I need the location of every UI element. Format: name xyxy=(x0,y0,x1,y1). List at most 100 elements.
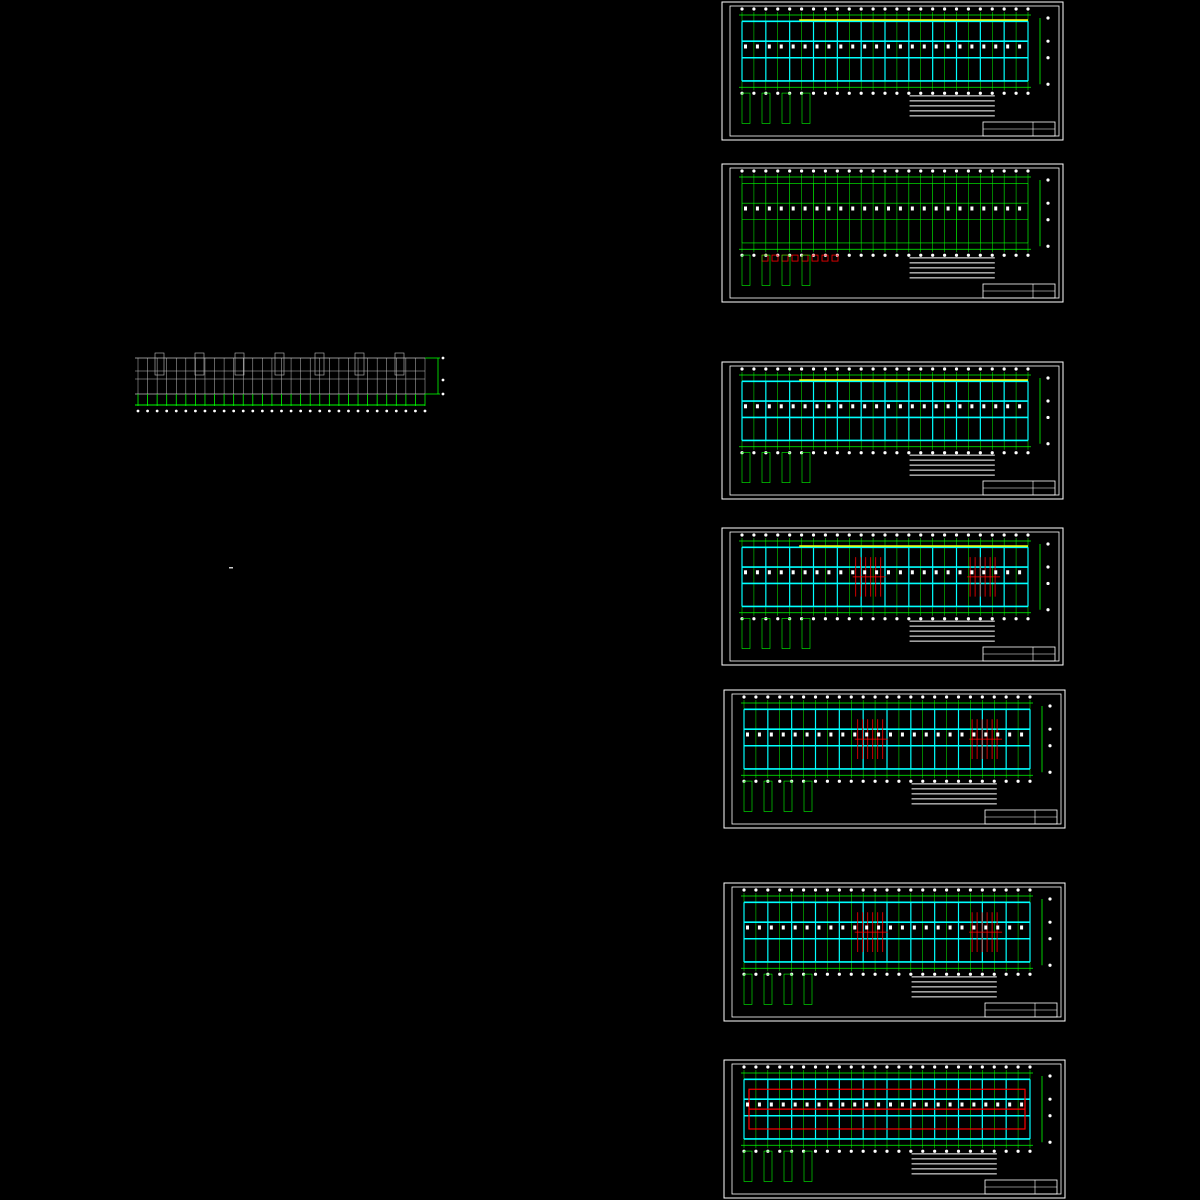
axis-bubble xyxy=(895,533,899,537)
axis-bubble xyxy=(897,1065,901,1069)
axis-bubble xyxy=(289,409,293,413)
section-detail xyxy=(741,92,751,124)
axis-bubble xyxy=(871,533,875,537)
drawing-sheet-4[interactable] xyxy=(721,527,1064,666)
wall-block xyxy=(817,1102,821,1107)
wall-block xyxy=(898,570,902,575)
axis-bubble xyxy=(1014,7,1018,11)
sheet-inner-frame xyxy=(729,167,1060,299)
axis-bubble xyxy=(847,617,851,621)
axis-bubble xyxy=(1014,533,1018,537)
stair-outline xyxy=(234,352,245,376)
axis-bubble xyxy=(956,779,961,783)
axis-bubble xyxy=(873,972,877,976)
axis-bubble xyxy=(788,367,792,371)
axis-bubble xyxy=(919,451,923,455)
axis-bubble xyxy=(1048,937,1052,941)
wall-block xyxy=(972,732,976,737)
axis-bubble xyxy=(385,409,389,413)
wall-block xyxy=(960,925,964,930)
axis-bubble xyxy=(165,409,169,413)
axis-bubble xyxy=(849,1065,853,1069)
axis-bubble xyxy=(837,1149,841,1153)
wall-block xyxy=(922,404,926,409)
axis-bubble xyxy=(978,169,982,173)
axis-bubble xyxy=(885,1065,889,1069)
axis-bubble xyxy=(933,695,937,699)
drawing-sheet-6[interactable] xyxy=(723,882,1066,1022)
axis-bubble xyxy=(136,409,140,413)
wall-block xyxy=(827,404,831,409)
wall-block xyxy=(769,1102,773,1107)
axis-bubble xyxy=(885,1149,889,1153)
axis-bubble xyxy=(956,888,961,892)
axis-bubble xyxy=(799,367,804,371)
axis-bubble xyxy=(885,779,889,783)
axis-bubble xyxy=(931,253,935,257)
axis-bubble xyxy=(1004,779,1008,783)
axis-bubble xyxy=(966,91,971,95)
drawing-sheet-1[interactable] xyxy=(721,1,1064,141)
axis-bubble xyxy=(203,409,207,413)
wall-block xyxy=(851,570,855,575)
axis-bubble xyxy=(992,1065,996,1069)
axis-bubble xyxy=(778,1065,782,1069)
axis-bubble xyxy=(871,253,875,257)
sheet-inner-frame xyxy=(729,531,1060,662)
axis-bubble xyxy=(944,888,949,892)
wall-block xyxy=(757,925,761,930)
axis-bubble xyxy=(1046,399,1050,403)
axis-bubble xyxy=(931,451,935,455)
section-detail xyxy=(741,618,751,649)
drawing-sheet-2[interactable] xyxy=(721,163,1064,303)
axis-bubble xyxy=(811,451,816,455)
section-detail xyxy=(763,1150,773,1182)
drawing-sheet-3[interactable] xyxy=(721,361,1064,500)
axis-bubble xyxy=(788,533,792,537)
cad-model-space[interactable] xyxy=(0,0,1200,1200)
loose-grid-plan[interactable] xyxy=(135,352,445,413)
axis-bubble xyxy=(895,7,899,11)
axis-bubble xyxy=(825,972,830,976)
axis-bubble xyxy=(1046,608,1050,612)
wall-block xyxy=(757,1102,761,1107)
axis-bubble xyxy=(1016,1149,1020,1153)
drawing-sheet-5[interactable] xyxy=(723,689,1066,829)
axis-bubble xyxy=(871,91,875,95)
axis-bubble xyxy=(931,169,935,173)
axis-bubble xyxy=(337,409,341,413)
wall-block xyxy=(1020,1102,1024,1107)
axis-bubble xyxy=(859,91,863,95)
axis-bubble xyxy=(1002,91,1006,95)
axis-bubble xyxy=(813,1065,818,1069)
wall-block xyxy=(960,732,964,737)
axis-bubble xyxy=(954,367,959,371)
axis-bubble xyxy=(895,367,899,371)
axis-bubble xyxy=(835,367,839,371)
wall-block xyxy=(1018,570,1022,575)
axis-bubble xyxy=(968,1149,973,1153)
axis-bubble xyxy=(327,409,331,413)
axis-bubble xyxy=(954,253,959,257)
axis-bubble xyxy=(801,695,806,699)
axis-bubble xyxy=(931,533,935,537)
wall-block xyxy=(982,404,986,409)
axis-bubble xyxy=(956,972,961,976)
axis-bubble xyxy=(1026,533,1030,537)
axis-bubble xyxy=(752,533,756,537)
section-detail xyxy=(801,452,811,483)
axis-bubble xyxy=(776,617,780,621)
drawing-sheet-7[interactable] xyxy=(723,1059,1066,1199)
axis-bubble xyxy=(441,356,445,360)
wall-block xyxy=(889,925,892,930)
axis-bubble xyxy=(766,1065,770,1069)
axis-bubble xyxy=(861,779,865,783)
axis-bubble xyxy=(942,253,947,257)
axis-bubble xyxy=(394,409,398,413)
axis-bubble xyxy=(897,888,901,892)
axis-bubble xyxy=(966,253,971,257)
axis-bubble xyxy=(752,253,756,257)
axis-bubble xyxy=(1002,533,1006,537)
axis-bubble xyxy=(764,367,768,371)
wall-block xyxy=(853,1102,857,1107)
